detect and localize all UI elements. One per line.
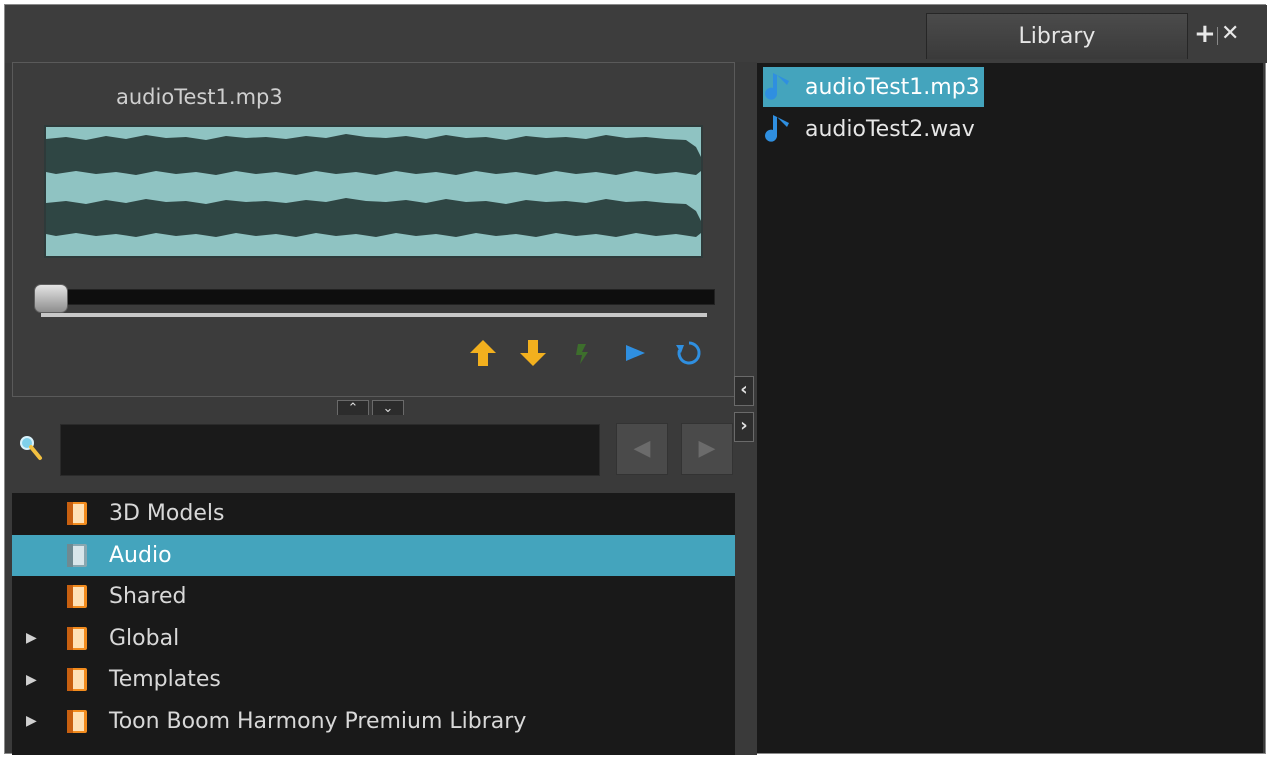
back-button[interactable]: ◀ xyxy=(616,423,668,475)
library-file-list: audioTest1.mp3 audioTest2.wav xyxy=(757,63,1263,753)
search-icon xyxy=(20,436,42,460)
tree-item-premium-library[interactable]: ▶ Toon Boom Harmony Premium Library xyxy=(12,701,735,743)
file-item-audiotest1[interactable]: audioTest1.mp3 xyxy=(763,67,984,107)
tree-item-label: Shared xyxy=(109,584,187,610)
waveform xyxy=(44,125,703,258)
file-item-audiotest2[interactable]: audioTest2.wav xyxy=(763,109,975,149)
book-icon xyxy=(67,585,87,608)
tree-item-label: Toon Boom Harmony Premium Library xyxy=(109,708,527,734)
close-panel-button[interactable]: ✕ xyxy=(1221,19,1239,49)
loop-icon xyxy=(676,341,701,365)
forward-button[interactable]: ▶ xyxy=(681,423,733,475)
collapse-right-button[interactable]: › xyxy=(734,412,754,442)
tree-item-templates[interactable]: ▶ Templates xyxy=(12,659,735,701)
tree-item-label: Templates xyxy=(109,667,221,693)
loop-button[interactable] xyxy=(673,335,705,371)
file-name: audioTest1.mp3 xyxy=(805,74,980,100)
playback-progress-line xyxy=(41,313,707,317)
library-folder-tree: 3D Models Audio Shared ▶ Global ▶ Templa… xyxy=(12,493,735,755)
tab-library[interactable]: Library xyxy=(926,13,1188,59)
play-icon xyxy=(626,345,645,361)
collapse-left-button[interactable]: ‹ xyxy=(734,376,754,406)
library-window: Library + ✕ audioTest1.mp3 ⌃ ⌄ ◀ ▶ 3D Mo… xyxy=(4,4,1267,755)
panel-header: Library + ✕ xyxy=(5,5,1267,63)
file-name: audioTest2.wav xyxy=(805,116,975,142)
expand-arrow-icon[interactable]: ▶ xyxy=(26,672,38,688)
refresh-button[interactable] xyxy=(567,335,599,371)
book-icon xyxy=(67,626,87,650)
arrow-down-icon xyxy=(520,340,546,366)
panel-divider[interactable] xyxy=(735,62,757,755)
playback-slider-handle[interactable] xyxy=(34,284,68,313)
book-icon xyxy=(67,543,87,567)
book-icon xyxy=(67,502,87,525)
preview-filename: audioTest1.mp3 xyxy=(116,85,283,109)
audio-preview: audioTest1.mp3 xyxy=(12,62,735,397)
arrow-up-icon xyxy=(470,340,496,366)
search-input[interactable] xyxy=(60,424,600,476)
tree-item-label: Audio xyxy=(109,542,172,568)
tab-button-divider xyxy=(1217,27,1218,45)
play-button[interactable] xyxy=(619,335,651,371)
tree-item-global[interactable]: ▶ Global xyxy=(12,618,735,660)
waveform-graphic xyxy=(46,127,701,256)
tree-item-label: 3D Models xyxy=(109,501,225,527)
music-note-icon xyxy=(765,73,789,100)
search-bar: ◀ ▶ xyxy=(12,415,735,493)
move-down-button[interactable] xyxy=(517,335,549,371)
refresh-icon xyxy=(576,344,588,364)
music-note-icon xyxy=(765,115,789,142)
preview-splitter: ⌃ ⌄ xyxy=(337,397,407,418)
add-tab-button[interactable]: + xyxy=(1194,19,1216,49)
expand-arrow-icon[interactable]: ▶ xyxy=(26,713,38,729)
tree-item-label: Global xyxy=(109,625,180,651)
book-icon xyxy=(67,668,87,691)
tree-item-shared[interactable]: Shared xyxy=(12,576,735,618)
playback-track[interactable] xyxy=(37,289,715,305)
book-icon xyxy=(67,709,87,733)
expand-arrow-icon[interactable]: ▶ xyxy=(26,630,38,646)
tree-item-audio[interactable]: Audio xyxy=(12,534,735,576)
move-up-button[interactable] xyxy=(467,335,499,371)
tree-item-3d-models[interactable]: 3D Models xyxy=(12,493,735,535)
